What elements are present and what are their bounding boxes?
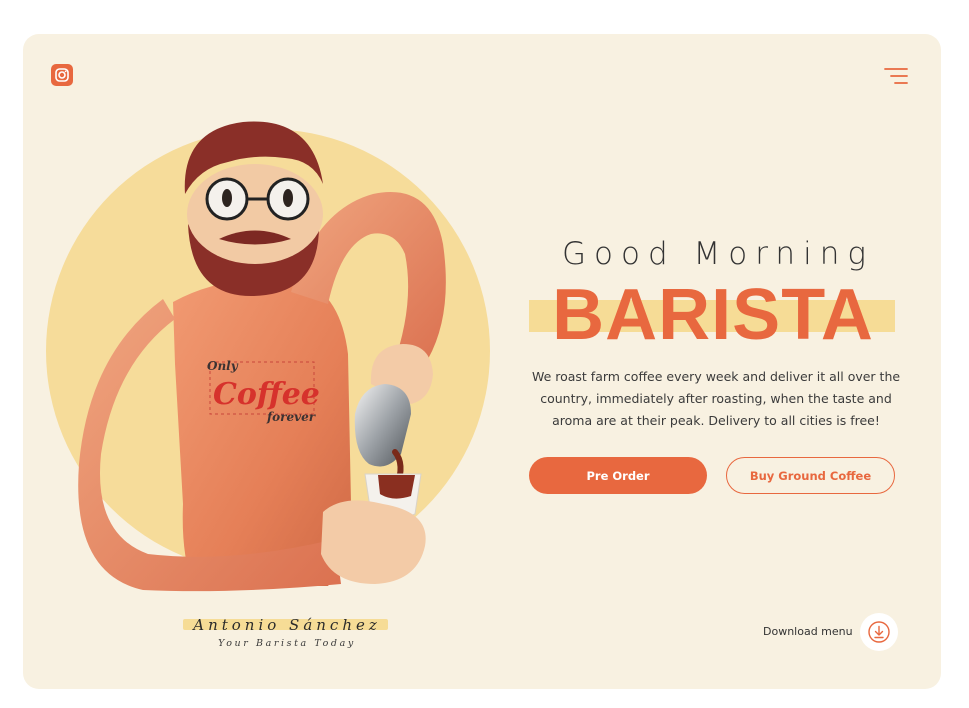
hero-description: We roast farm coffee every week and deli…: [531, 369, 901, 428]
holding-hand: [321, 500, 426, 584]
barista-name: Antonio Sánchez: [193, 616, 381, 634]
eye-left: [222, 189, 232, 207]
landing-card: Only Coffee forever Antonio Sánchez Your…: [23, 34, 941, 689]
barista-role: Your Barista Today: [218, 638, 356, 649]
buy-ground-coffee-button[interactable]: Buy Ground Coffee: [726, 457, 895, 494]
shirt-text-bottom: forever: [266, 410, 317, 424]
download-menu-link[interactable]: Download menu: [763, 625, 853, 638]
download-circle-icon[interactable]: [860, 613, 898, 651]
barista-illustration: Only Coffee forever: [46, 121, 490, 592]
hero-title: BARISTA: [552, 275, 874, 355]
shirt-text-main: Coffee: [213, 377, 320, 412]
pre-order-button[interactable]: Pre Order: [529, 457, 707, 494]
cup-coffee: [378, 475, 415, 499]
hamburger-menu-icon[interactable]: [884, 65, 910, 87]
greeting-heading: Good Morning: [562, 236, 874, 272]
eye-right: [283, 189, 293, 207]
shirt-text-top: Only: [207, 359, 239, 373]
